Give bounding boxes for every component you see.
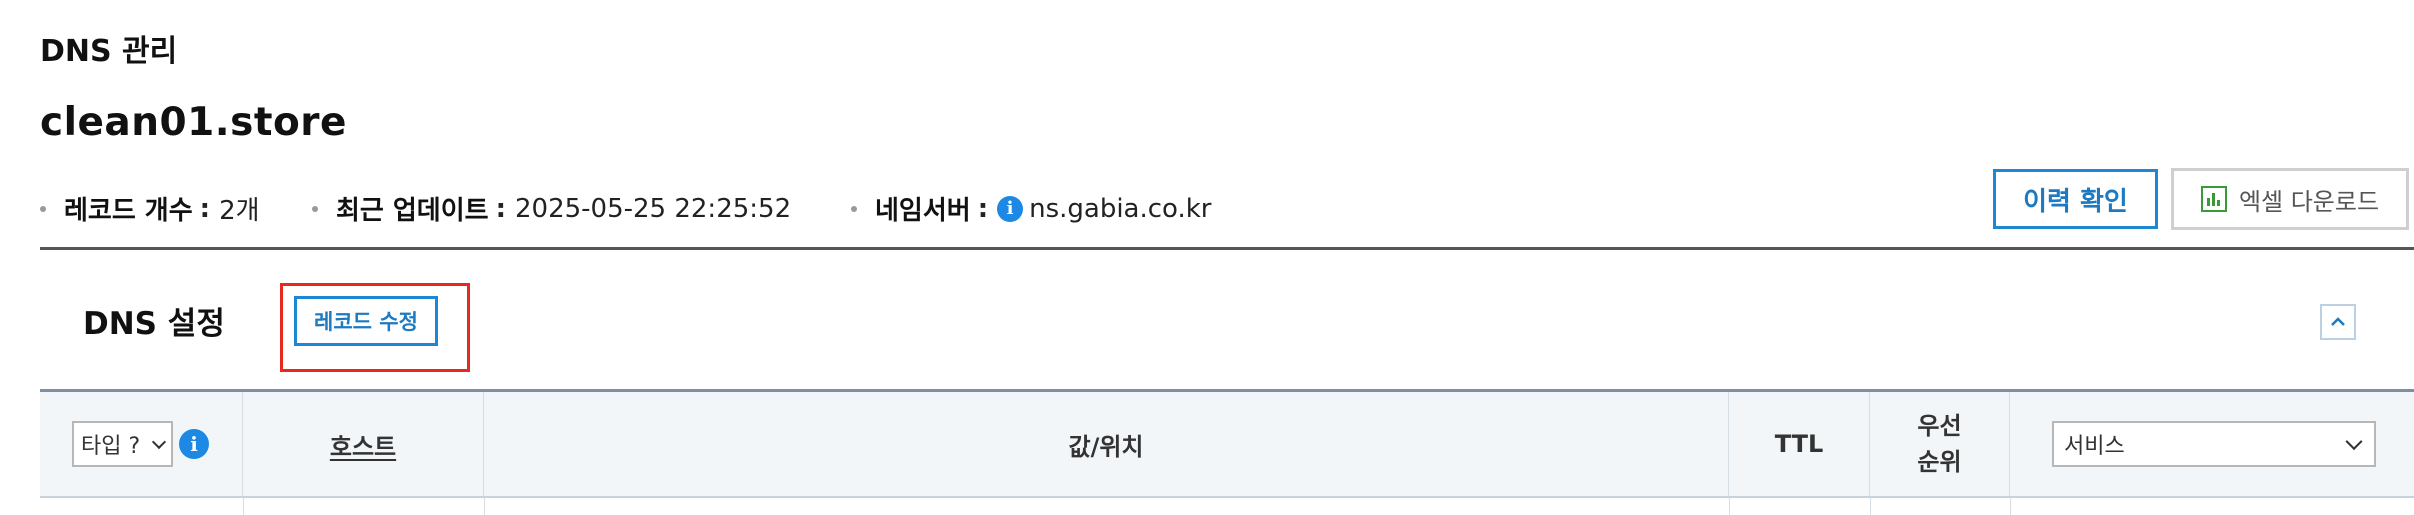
chevron-down-icon <box>151 434 167 450</box>
chevron-up-icon <box>2331 317 2345 326</box>
meta-nameserver: 네임서버 : i ns.gabia.co.kr <box>851 190 1212 227</box>
breadcrumb: DNS 관리 <box>40 34 178 69</box>
nameserver-label: 네임서버 <box>875 196 971 226</box>
value-header: 값/위치 <box>1068 432 1144 461</box>
service-select[interactable]: 서비스 <box>2052 421 2376 467</box>
excel-download-label: 엑셀 다운로드 <box>2238 187 2380 216</box>
col-service: 서비스 <box>2010 392 2414 496</box>
meta-last-updated: 최근 업데이트 : 2025-05-25 22:25:52 <box>312 190 791 227</box>
bullet-dot <box>851 205 857 212</box>
updated-label: 최근 업데이트 <box>336 196 489 226</box>
bar-chart-icon <box>2200 186 2227 212</box>
service-select-value: 서비스 <box>2064 434 2125 459</box>
record-count-value: 2개 <box>219 196 260 226</box>
ttl-header: TTL <box>1774 430 1824 458</box>
priority-header-line2: 순위 <box>1917 448 1962 476</box>
table-header: 타입 ? i 호스트 값/위치 TTL 우선 순위 서비스 <box>40 392 2414 498</box>
row-cell <box>40 498 244 515</box>
separator: : <box>199 193 211 224</box>
bullet-dot <box>40 205 46 212</box>
bullet-dot <box>312 205 318 212</box>
nameserver-value: ns.gabia.co.kr <box>1029 193 1212 224</box>
row-cell <box>484 498 1730 515</box>
excel-download-button[interactable]: 엑셀 다운로드 <box>2171 168 2409 230</box>
divider <box>40 247 2414 250</box>
chevron-down-icon <box>2345 433 2363 451</box>
host-header[interactable]: 호스트 <box>330 427 396 462</box>
updated-value: 2025-05-25 22:25:52 <box>514 193 792 224</box>
info-icon[interactable]: i <box>179 429 209 459</box>
history-button[interactable]: 이력 확인 <box>1993 169 2158 229</box>
row-cell <box>1870 498 2011 515</box>
separator: : <box>495 193 506 224</box>
info-icon[interactable]: i <box>997 195 1024 222</box>
meta-record-count: 레코드 개수 : 2개 <box>40 190 260 227</box>
col-priority: 우선 순위 <box>1870 392 2010 496</box>
edit-record-button[interactable]: 레코드 수정 <box>294 296 438 346</box>
col-ttl: TTL <box>1729 392 1870 496</box>
table-row <box>40 498 2414 515</box>
page-title: clean01.store <box>40 100 347 145</box>
type-select[interactable]: 타입 ? <box>72 421 173 467</box>
row-cell <box>1729 498 1871 515</box>
collapse-button[interactable] <box>2320 304 2356 340</box>
col-host: 호스트 <box>243 392 484 496</box>
section-title: DNS 설정 <box>83 306 225 342</box>
type-select-value: 타입 ? <box>81 434 141 459</box>
record-count-label: 레코드 개수 <box>64 196 193 226</box>
separator: : <box>977 193 989 224</box>
priority-header-line1: 우선 <box>1917 412 1962 440</box>
row-cell <box>243 498 485 515</box>
col-type: 타입 ? i <box>40 392 243 496</box>
col-value: 값/위치 <box>484 392 1729 496</box>
